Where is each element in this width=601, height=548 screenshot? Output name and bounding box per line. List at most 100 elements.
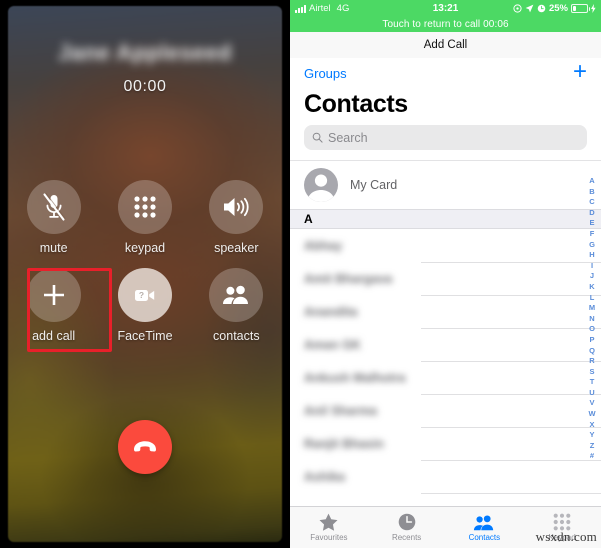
index-letter[interactable]: T <box>590 377 595 388</box>
avatar <box>304 168 338 202</box>
mute-button[interactable]: mute <box>8 180 99 255</box>
index-letter[interactable]: G <box>589 240 595 251</box>
speaker-waves-icon <box>224 197 249 217</box>
people-icon <box>474 514 494 530</box>
add-call-button-circle[interactable] <box>26 268 81 322</box>
location-arrow-icon <box>525 4 534 13</box>
search-icon <box>312 132 323 143</box>
keypad-button-circle[interactable] <box>117 180 172 234</box>
index-letter[interactable]: I <box>591 261 593 272</box>
index-letter[interactable]: A <box>589 176 594 187</box>
index-letter[interactable]: M <box>589 303 595 314</box>
index-letter[interactable]: Y <box>589 430 594 441</box>
index-letter[interactable]: E <box>589 218 594 229</box>
index-letter[interactable]: Q <box>589 346 595 357</box>
status-bar-left: Airtel 4G <box>295 3 349 14</box>
contact-name: Aman GK <box>304 337 361 352</box>
index-letter[interactable]: K <box>589 282 594 293</box>
contacts-screen: Airtel 4G 13:21 25% Touch to return to c… <box>290 0 601 548</box>
keypad-button[interactable]: keypad <box>99 180 190 255</box>
index-letter[interactable]: W <box>588 409 595 420</box>
network-type: 4G <box>336 3 350 14</box>
facetime-button-circle[interactable]: ? <box>117 268 172 322</box>
index-letter[interactable]: C <box>589 197 594 208</box>
two-people-icon <box>223 285 249 304</box>
index-letter[interactable]: R <box>589 356 594 367</box>
caller-name: Jane Appleseed <box>58 40 232 65</box>
svg-text:?: ? <box>139 290 144 300</box>
call-duration-timer: 00:00 <box>123 78 167 95</box>
contact-name: Ranjit Bhasin <box>304 436 384 451</box>
contact-row[interactable]: Anil Sharma <box>290 394 601 427</box>
contacts-button-label: contacts <box>213 329 260 343</box>
site-watermark: wsxdn.com <box>535 529 597 544</box>
index-letter[interactable]: # <box>590 451 594 462</box>
tab-favourites-label: Favourites <box>310 533 348 542</box>
contact-row[interactable]: Aman GK <box>290 328 601 361</box>
contacts-button[interactable]: contacts <box>191 268 282 343</box>
add-contact-plus-icon[interactable]: + <box>573 59 587 87</box>
navbar-title: Add Call <box>290 32 601 58</box>
person-silhouette-icon <box>307 174 335 202</box>
alphabet-index[interactable]: A B C D E F G H I J K L M N O P Q R S T U V W X Y Z # <box>586 176 598 462</box>
mute-button-circle[interactable] <box>26 180 81 234</box>
index-letter[interactable]: V <box>589 398 594 409</box>
speaker-button-circle[interactable] <box>209 180 264 234</box>
signal-bars-icon <box>295 5 306 13</box>
return-to-call-banner[interactable]: Touch to return to call 00:06 <box>290 17 601 32</box>
index-letter[interactable]: X <box>589 420 594 431</box>
index-letter[interactable]: L <box>590 293 595 304</box>
alarm-clock-icon <box>537 4 546 13</box>
end-call-button[interactable] <box>118 420 172 474</box>
star-icon <box>319 513 338 531</box>
search-input[interactable]: Search <box>304 125 587 150</box>
keypad-button-label: keypad <box>124 241 166 255</box>
contact-row[interactable]: Ranjit Bhasin <box>290 427 601 460</box>
contact-name: Amit Bhargava <box>304 271 393 286</box>
index-letter[interactable]: N <box>589 314 594 325</box>
clock-icon <box>398 513 415 531</box>
carrier-name: Airtel <box>309 3 331 14</box>
in-call-screen: Jane Appleseed 00:00 mute keypad speaker… <box>0 0 290 548</box>
contact-name: Abhay <box>304 238 343 253</box>
status-bar: Airtel 4G 13:21 25% <box>290 0 601 17</box>
tab-recents-label: Recents <box>391 533 422 542</box>
contact-row[interactable]: Abhay <box>290 229 601 262</box>
screenshot-root: Jane Appleseed 00:00 mute keypad speaker… <box>0 0 601 548</box>
index-letter[interactable]: Z <box>590 441 595 452</box>
index-letter[interactable]: D <box>589 208 594 219</box>
contacts-button-circle[interactable] <box>209 268 264 322</box>
my-card-row[interactable]: My Card <box>290 160 601 209</box>
add-call-button[interactable]: add call <box>8 268 99 343</box>
index-letter[interactable]: F <box>590 229 595 240</box>
call-controls-grid: mute keypad speaker add call ? FaceTime … <box>8 180 282 343</box>
groups-button[interactable]: Groups <box>304 66 347 81</box>
contact-row[interactable]: Amit Bhargava <box>290 262 601 295</box>
tab-contacts[interactable]: Contacts <box>446 507 524 548</box>
section-header-a: A <box>290 209 601 229</box>
video-camera-icon: ? <box>134 290 155 301</box>
mute-button-label: mute <box>39 241 68 255</box>
index-letter[interactable]: J <box>590 271 594 282</box>
index-letter[interactable]: S <box>589 367 594 378</box>
contact-row[interactable]: Ashika <box>290 460 601 493</box>
battery-percent: 25% <box>548 3 568 14</box>
tab-favourites[interactable]: Favourites <box>290 507 368 548</box>
contact-row[interactable]: Anandita <box>290 295 601 328</box>
search-placeholder: Search <box>328 130 368 145</box>
speaker-button[interactable]: speaker <box>191 180 282 255</box>
microphone-muted-icon <box>43 193 66 221</box>
index-letter[interactable]: U <box>589 388 594 399</box>
phone-hangup-icon <box>134 441 156 452</box>
tab-contacts-label: Contacts <box>468 532 501 542</box>
groups-row: Groups + <box>290 58 601 88</box>
tab-recents[interactable]: Recents <box>368 507 446 548</box>
index-letter[interactable]: P <box>589 335 594 346</box>
my-card-label: My Card <box>350 178 398 192</box>
facetime-button[interactable]: ? FaceTime <box>99 268 190 343</box>
index-letter[interactable]: B <box>589 187 594 198</box>
add-call-button-label: add call <box>32 329 76 343</box>
index-letter[interactable]: O <box>589 324 595 335</box>
index-letter[interactable]: H <box>589 250 594 261</box>
contact-row[interactable]: Ankush Malhotra <box>290 361 601 394</box>
